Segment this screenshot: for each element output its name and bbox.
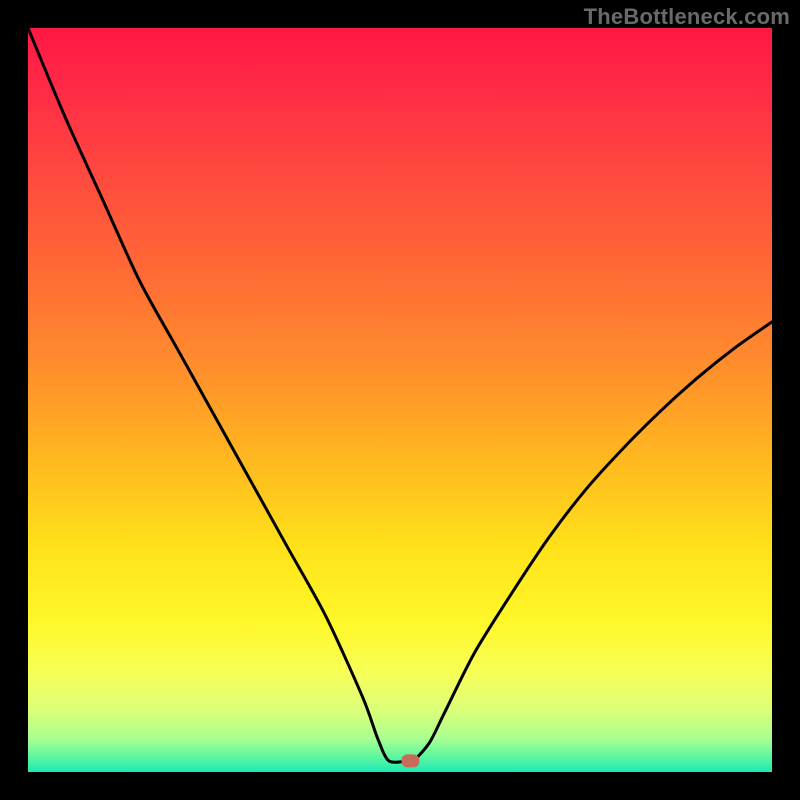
bottleneck-chart <box>0 0 800 800</box>
chart-container: TheBottleneck.com <box>0 0 800 800</box>
watermark-text: TheBottleneck.com <box>584 4 790 30</box>
results-marker <box>401 754 419 767</box>
plot-background <box>28 28 772 772</box>
